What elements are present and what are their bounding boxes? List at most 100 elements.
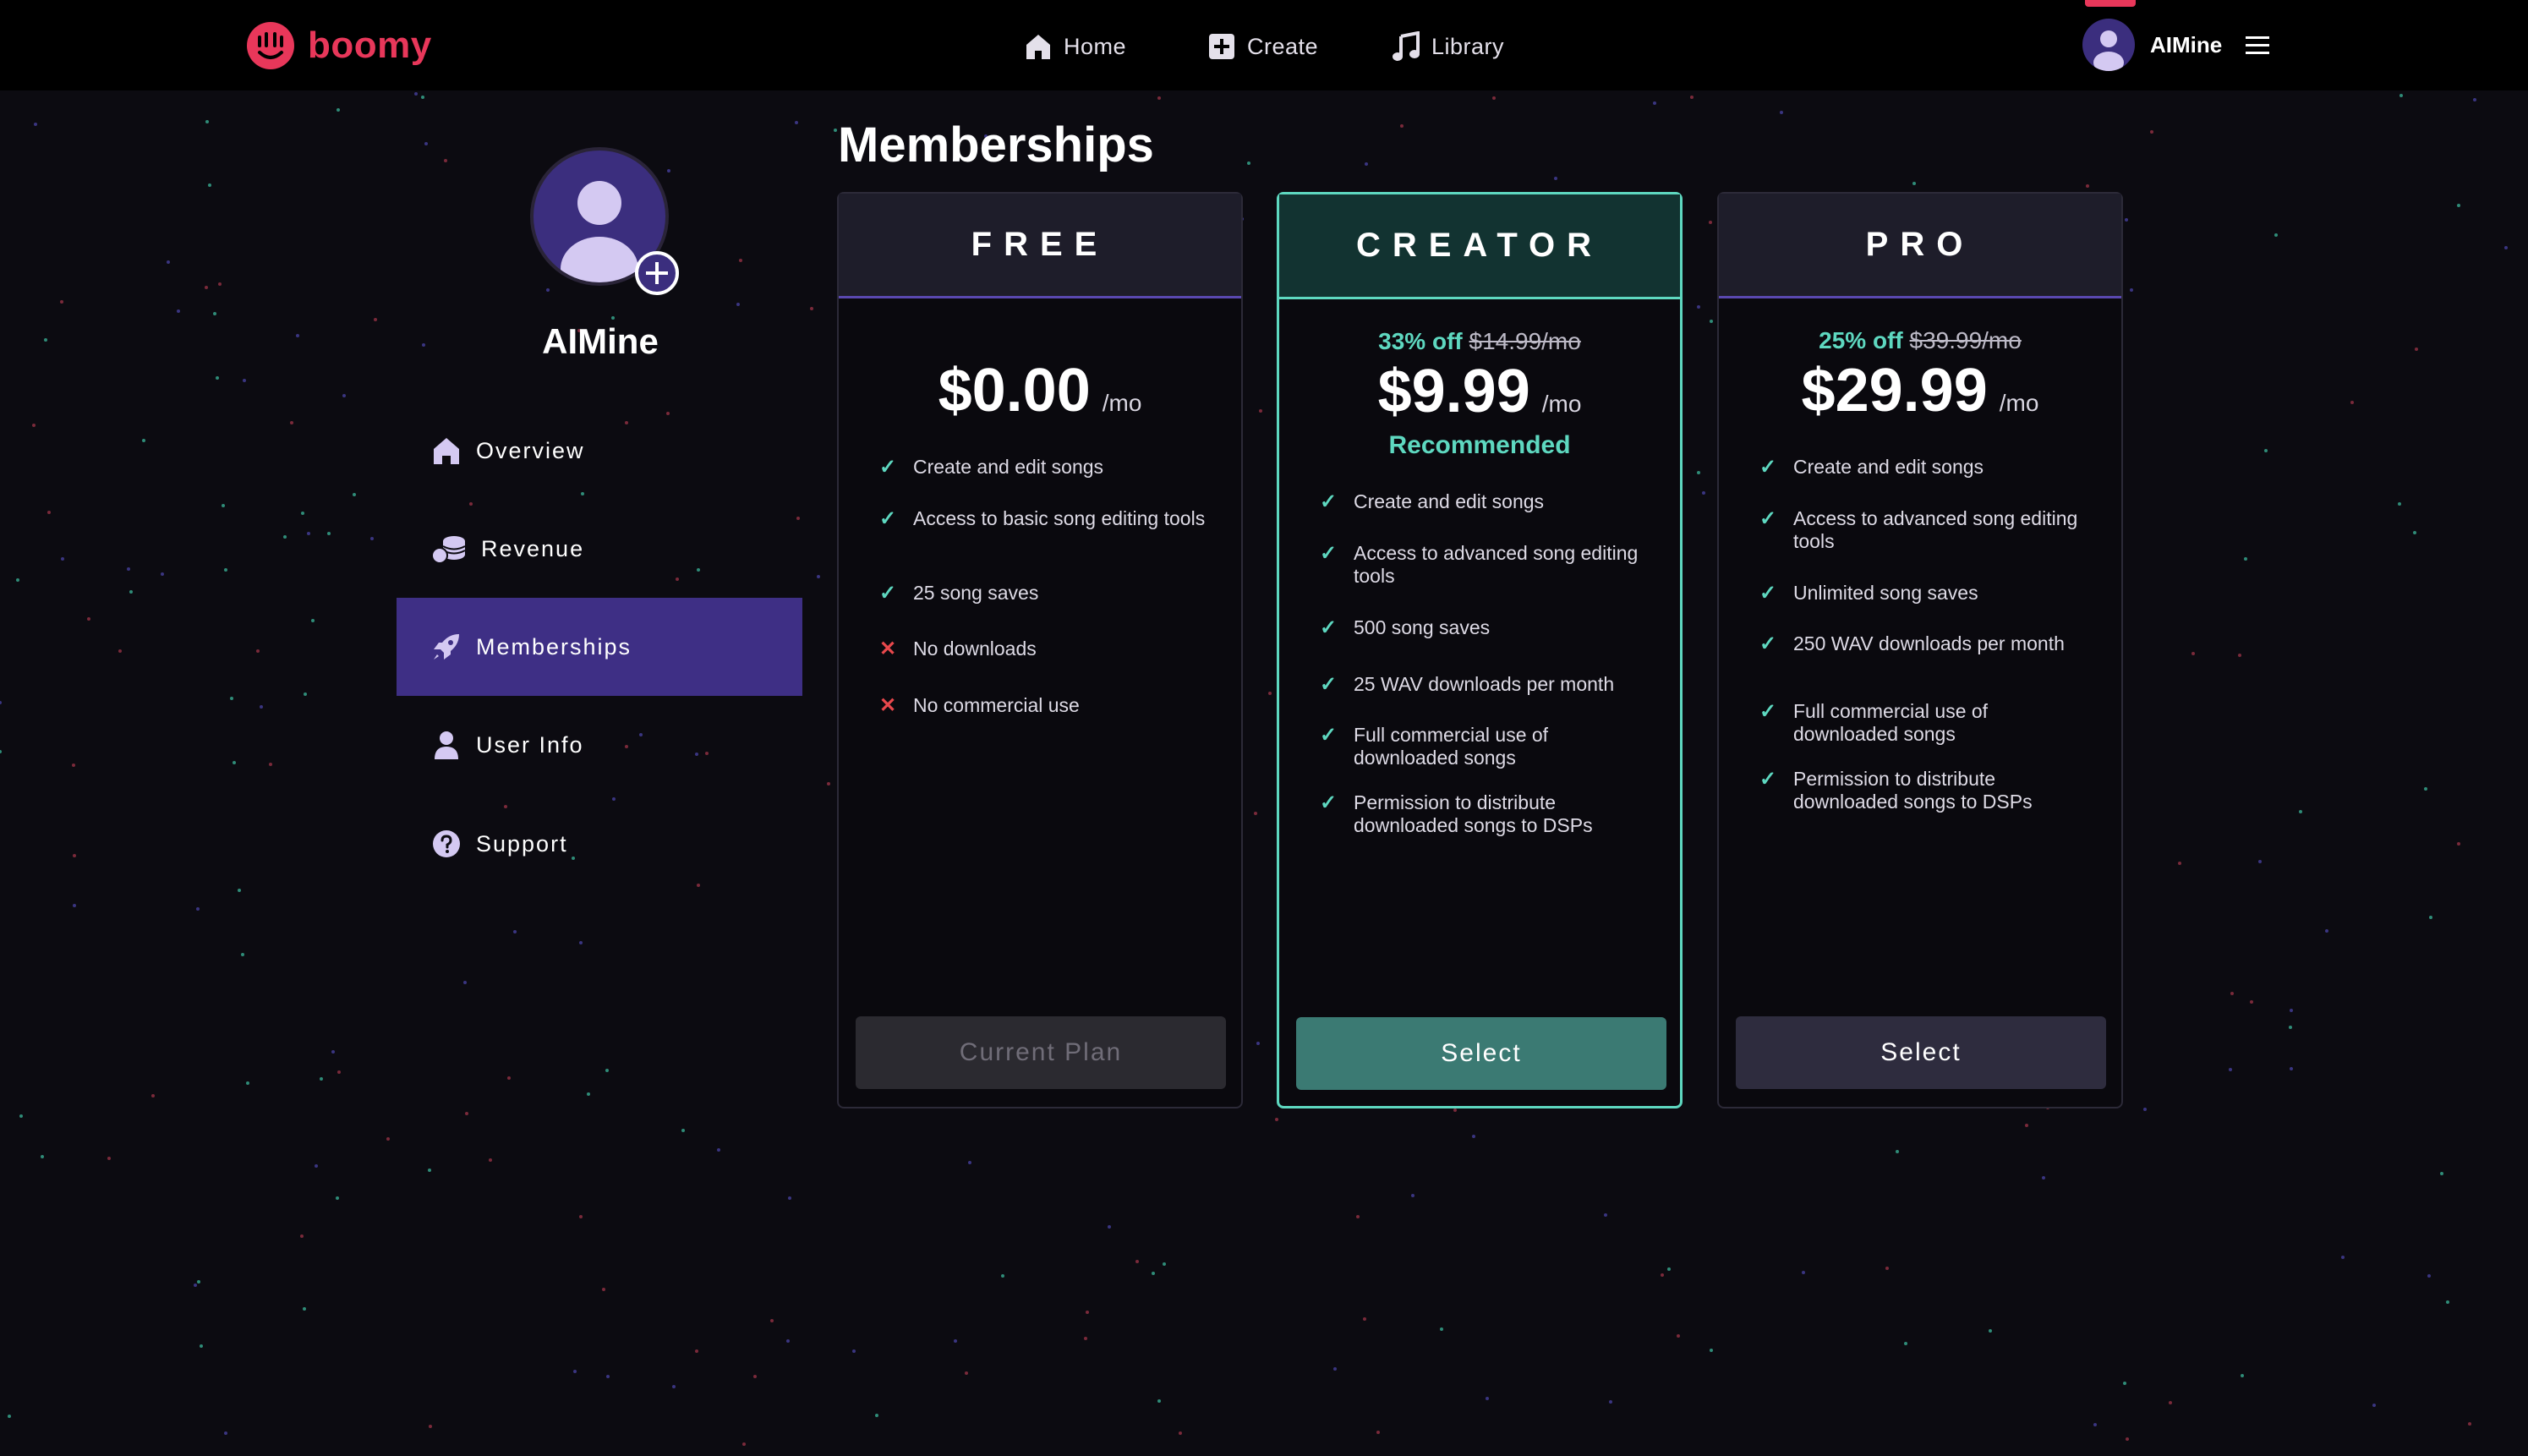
star-particle: [672, 1385, 676, 1388]
sidebar-item-revenue[interactable]: Revenue: [397, 500, 802, 598]
star-particle: [1275, 1118, 1278, 1121]
star-particle: [1885, 1267, 1889, 1270]
star-particle: [8, 1415, 11, 1418]
star-particle: [579, 1215, 583, 1218]
star-particle: [1333, 1367, 1337, 1371]
nav-home[interactable]: Home: [1023, 25, 1126, 68]
discount-percent: 33% off: [1378, 328, 1463, 354]
star-particle: [573, 1370, 577, 1373]
star-particle: [463, 981, 467, 984]
star-particle: [2230, 992, 2234, 995]
star-particle: [667, 169, 670, 172]
plan-name: PRO: [1719, 194, 2121, 298]
star-particle: [1108, 1225, 1111, 1229]
brand-logo[interactable]: boomy: [245, 19, 432, 73]
feature-item: ✓ Full commercial use of downloaded song…: [1759, 700, 2098, 746]
star-particle: [238, 889, 241, 892]
select-creator-button[interactable]: Select: [1296, 1017, 1666, 1090]
feature-text: Access to advanced song editing tools: [1793, 507, 2078, 552]
star-particle: [444, 159, 447, 162]
star-particle: [606, 1375, 610, 1378]
star-particle: [1697, 471, 1700, 474]
star-particle: [1268, 692, 1272, 695]
star-particle: [73, 904, 76, 907]
check-icon: ✓: [1759, 456, 1777, 479]
star-particle: [2399, 94, 2403, 97]
star-particle: [2415, 348, 2418, 351]
account-avatar[interactable]: [2082, 19, 2135, 71]
star-particle: [1256, 1042, 1260, 1045]
star-particle: [2126, 1437, 2129, 1441]
feature-item: ✓ 500 song saves: [1320, 616, 1658, 639]
star-particle: [1254, 812, 1257, 815]
star-particle: [810, 307, 813, 310]
star-particle: [424, 142, 428, 145]
current-plan-button[interactable]: Current Plan: [856, 1016, 1226, 1089]
sidebar-item-support[interactable]: Support: [397, 795, 802, 893]
star-particle: [1609, 1400, 1612, 1404]
star-particle: [742, 1442, 746, 1446]
hamburger-menu-icon[interactable]: [2242, 30, 2273, 60]
star-particle: [177, 309, 180, 313]
plan-discount: 33% off $14.99/mo: [1279, 328, 1680, 355]
feature-item: ✕ No commercial use: [879, 694, 1217, 717]
star-particle: [315, 1164, 318, 1168]
music-note-icon: [1393, 31, 1420, 61]
sidebar-item-memberships[interactable]: Memberships: [397, 598, 802, 696]
feature-text: 250 WAV downloads per month: [1793, 632, 2065, 654]
star-particle: [736, 303, 740, 306]
star-particle: [1363, 1317, 1366, 1321]
star-particle: [1667, 1267, 1671, 1271]
plan-name: FREE: [839, 194, 1241, 298]
price-unit: /mo: [1999, 390, 2039, 416]
star-particle: [1163, 1262, 1166, 1266]
plan-card-creator: CREATOR 33% off $14.99/mo $9.99 /mo Reco…: [1277, 192, 1683, 1108]
star-particle: [2289, 1026, 2292, 1029]
background-star-particles: [0, 92, 2508, 1446]
star-particle: [422, 343, 425, 347]
check-icon: ✓: [1759, 632, 1777, 655]
star-particle: [233, 761, 236, 764]
rocket-icon: [434, 634, 459, 660]
star-particle: [151, 1094, 155, 1097]
sidebar-item-label: Overview: [476, 437, 585, 463]
plan-name: CREATOR: [1279, 194, 1680, 299]
star-particle: [1702, 491, 1705, 495]
nav-library[interactable]: Library: [1391, 25, 1504, 68]
star-particle: [224, 568, 227, 572]
star-particle: [2258, 860, 2262, 863]
star-particle: [61, 557, 64, 561]
star-particle: [1472, 1135, 1475, 1138]
star-particle: [41, 1155, 44, 1158]
star-particle: [786, 1339, 790, 1343]
original-price: $39.99/mo: [1909, 327, 2022, 353]
add-photo-icon[interactable]: [634, 250, 680, 296]
sidebar-item-user-info[interactable]: User Info: [397, 696, 802, 794]
star-particle: [222, 504, 225, 507]
star-particle: [194, 1284, 197, 1287]
sidebar-item-overview[interactable]: Overview: [397, 402, 802, 500]
nav-home-label: Home: [1064, 33, 1127, 59]
star-particle: [34, 123, 37, 126]
select-pro-button[interactable]: Select: [1736, 1016, 2106, 1089]
star-particle: [1912, 182, 1916, 185]
star-particle: [260, 705, 263, 709]
plan-card-free: FREE $0.00 /mo ✓ Create and edit songs ✓…: [837, 192, 1243, 1108]
nav-create[interactable]: Create: [1207, 25, 1318, 68]
star-particle: [834, 129, 837, 132]
check-icon: ✓: [1759, 507, 1777, 530]
star-particle: [311, 619, 315, 622]
check-icon: ✓: [1320, 490, 1338, 513]
star-particle: [739, 259, 742, 262]
brand-name: boomy: [308, 25, 432, 66]
star-particle: [2457, 204, 2460, 207]
account-menu[interactable]: AIMine: [2082, 19, 2273, 71]
feature-item: ✓ Full commercial use of downloaded song…: [1320, 724, 1658, 769]
star-particle: [602, 1288, 605, 1291]
star-particle: [196, 907, 200, 911]
star-particle: [1411, 1194, 1414, 1197]
star-particle: [303, 1307, 306, 1311]
star-particle: [337, 108, 340, 112]
account-accent-bar: [2085, 0, 2136, 7]
star-particle: [1179, 1431, 1182, 1435]
